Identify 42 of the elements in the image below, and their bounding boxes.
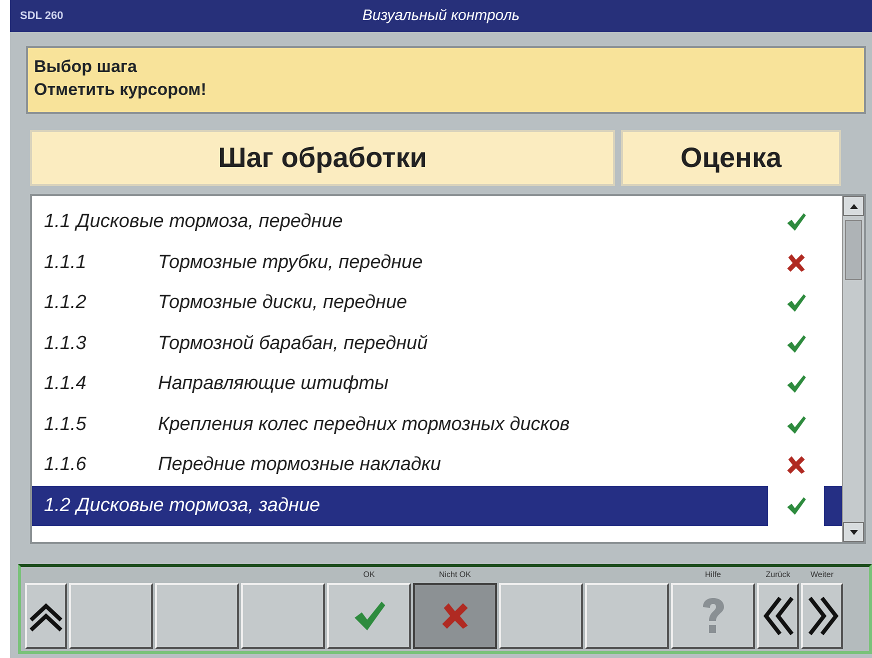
column-header: Шаг обработки bbox=[30, 130, 615, 186]
step-label: Направляющие штифты bbox=[158, 372, 389, 396]
key-caption: Weiter bbox=[810, 569, 834, 581]
arrow-down-icon bbox=[850, 530, 858, 534]
step-number: 1.1.2 bbox=[44, 291, 88, 315]
step-number: 1.1.3 bbox=[44, 332, 88, 356]
prompt-line: Выбор шага bbox=[34, 56, 138, 78]
key-caption: Nicht OK bbox=[438, 569, 471, 581]
step-number: 1.2 bbox=[44, 494, 70, 518]
step-row[interactable]: 1.2 Дисковые тормоза, задние bbox=[32, 486, 842, 526]
arrow-up-icon bbox=[850, 204, 858, 208]
step-row[interactable]: 1.1.2 Тормозные диски, передние bbox=[32, 283, 842, 324]
step-label: Дисковые тормоза, передние bbox=[76, 210, 343, 234]
step-number: 1.1.6 bbox=[44, 453, 88, 477]
step-row[interactable]: 1.1.1 Тормозные трубки, передние bbox=[32, 242, 842, 283]
step-row[interactable]: 1.1.4 Направляющие штифты bbox=[32, 364, 842, 404]
step-row[interactable]: 1.1 Дисковые тормоза, передние bbox=[32, 202, 842, 242]
scrollbar[interactable] bbox=[842, 196, 864, 542]
key-caption: Hilfe bbox=[704, 569, 721, 581]
scroll-down-button[interactable] bbox=[843, 522, 864, 542]
key-caption: Zurück bbox=[766, 569, 790, 581]
question-mark-icon bbox=[700, 597, 726, 635]
step-row[interactable]: 1.1.5 Крепления колес передних тормозных дисков bbox=[32, 404, 842, 445]
step-label: Крепления колес передних тормозных дисков bbox=[158, 412, 570, 436]
step-label: Тормозные диски, передние bbox=[158, 291, 408, 315]
scroll-thumb[interactable] bbox=[845, 220, 862, 280]
step-label: Тормозные трубки, передние bbox=[158, 250, 423, 274]
step-row[interactable]: 1.1.6 Передние тормозные накладки bbox=[32, 445, 842, 486]
step-number: 1.1.5 bbox=[44, 412, 88, 436]
app-name: SDL 260 bbox=[20, 8, 64, 24]
scroll-up-button[interactable] bbox=[843, 196, 864, 216]
step-number: 1.1.4 bbox=[44, 372, 88, 396]
step-number: 1.1.1 bbox=[44, 250, 88, 274]
step-label: Дисковые тормоза, задние bbox=[76, 494, 320, 518]
step-label: Передние тормозные накладки bbox=[158, 453, 441, 477]
key-caption: OK bbox=[363, 569, 375, 581]
window-title: Визуальный контроль bbox=[361, 6, 521, 26]
prompt-line: Отметить курсором! bbox=[34, 78, 208, 101]
column-header: Оценка bbox=[621, 130, 841, 186]
step-number: 1.1 bbox=[44, 210, 70, 234]
step-label: Тормозной барабан, передний bbox=[158, 332, 428, 356]
step-row[interactable]: 1.1.3 Тормозной барабан, передний bbox=[32, 324, 842, 364]
